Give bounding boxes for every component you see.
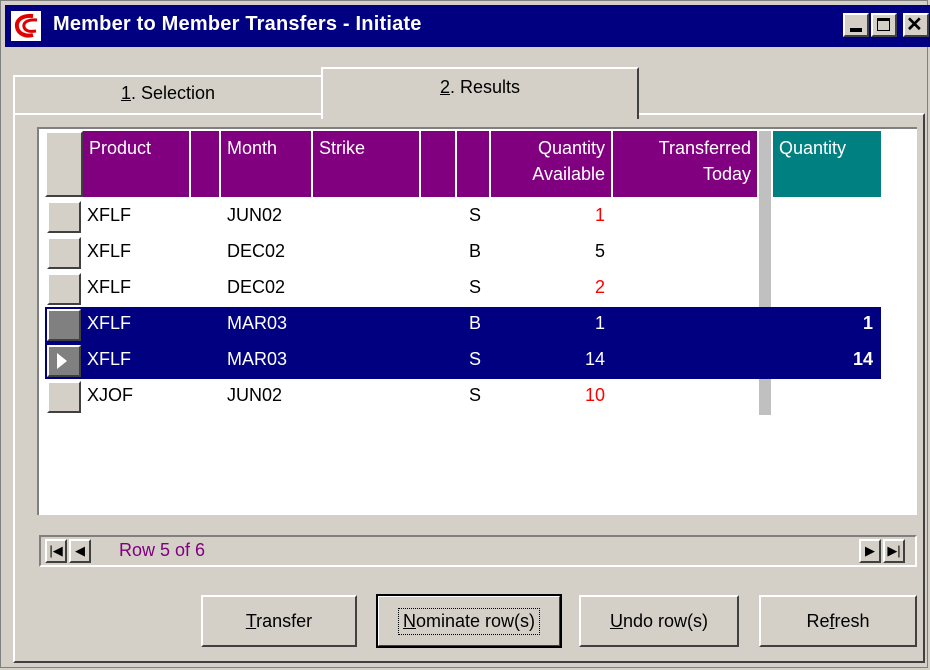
cell-side: S (469, 277, 482, 297)
prev-record-button[interactable]: ◀ (69, 539, 91, 563)
column-header-quantity-available[interactable]: Quantity Available (491, 131, 613, 197)
cell-month: MAR03 (227, 313, 288, 333)
window-title: Member to Member Transfers - Initiate (53, 13, 422, 35)
cell-product: XFLF (87, 205, 132, 225)
table-row[interactable]: XFLF JUN02 S 1 (45, 199, 881, 235)
table-row[interactable]: XFLF DEC02 S 2 (45, 271, 881, 307)
cell-available: 10 (584, 385, 605, 405)
cell-available: 1 (594, 205, 605, 225)
row-selector[interactable] (47, 381, 81, 413)
row-selector[interactable] (47, 273, 81, 305)
column-header-gutter (759, 131, 771, 197)
column-header-strike[interactable]: Strike (313, 131, 421, 197)
column-header-month[interactable]: Month (221, 131, 313, 197)
next-record-button[interactable]: ▶ (859, 539, 881, 563)
table-row-current[interactable]: XFLF MAR03 S 14 14 (45, 343, 881, 379)
cell-month: DEC02 (227, 241, 286, 261)
cell-side: S (469, 349, 482, 369)
table-row[interactable]: XJOF JUN02 S 10 (45, 379, 881, 415)
record-navigator: |◀ ◀ Row 5 of 6 ▶ ▶| (39, 535, 917, 567)
column-header-blank-1[interactable] (191, 131, 221, 197)
close-button[interactable]: ✕ (903, 13, 929, 37)
cell-product: XFLF (87, 241, 132, 261)
cell-side: S (469, 205, 482, 225)
cell-available: 2 (594, 277, 605, 297)
title-bar[interactable]: Member to Member Transfers - Initiate ✕ (5, 5, 930, 47)
row-position-status: Row 5 of 6 (119, 540, 206, 560)
column-header-quantity[interactable]: Quantity (773, 131, 881, 197)
row-selector[interactable] (47, 309, 81, 341)
minimize-icon (850, 28, 862, 32)
cell-product: XJOF (87, 385, 134, 405)
cell-product: XFLF (87, 349, 132, 369)
prev-record-icon: ◀ (75, 543, 85, 558)
cell-product: XFLF (87, 277, 132, 297)
table-row-selected[interactable]: XFLF MAR03 B 1 1 (45, 307, 881, 343)
transfer-button[interactable]: Transfer (201, 595, 357, 647)
close-icon: ✕ (906, 14, 923, 36)
tab-results[interactable]: 2. Results (321, 67, 639, 119)
first-record-button[interactable]: |◀ (45, 539, 67, 563)
cell-side: S (469, 385, 482, 405)
tab-selection[interactable]: 1. Selection (13, 75, 323, 115)
cell-month: JUN02 (227, 385, 283, 405)
current-row-pointer-icon (57, 353, 67, 369)
row-selector-header[interactable] (45, 131, 83, 197)
table-row[interactable]: XFLF DEC02 B 5 (45, 235, 881, 271)
cell-side: B (469, 241, 482, 261)
nominate-rows-button[interactable]: Nominate row(s) (376, 594, 562, 648)
cell-month: DEC02 (227, 277, 286, 297)
first-record-icon: |◀ (49, 543, 63, 558)
cell-available: 14 (584, 349, 605, 369)
row-selector[interactable] (47, 237, 81, 269)
undo-rows-button[interactable]: Undo row(s) (579, 595, 739, 647)
maximize-button[interactable] (871, 13, 897, 37)
cell-quantity: 1 (862, 313, 873, 333)
tab-results-label: . Results (449, 77, 521, 97)
minimize-button[interactable] (843, 13, 869, 37)
cell-quantity: 14 (852, 349, 873, 369)
tab-results-key: 2 (439, 77, 450, 97)
column-header-product[interactable]: Product (83, 131, 191, 197)
cell-side: B (469, 313, 482, 333)
app-window: Member to Member Transfers - Initiate ✕ … (0, 0, 930, 668)
cell-available: 1 (594, 313, 605, 333)
tab-selection-label: . Selection (130, 83, 216, 103)
row-selector-current[interactable] (47, 345, 81, 377)
column-header-transferred-today[interactable]: Transferred Today (613, 131, 759, 197)
last-record-button[interactable]: ▶| (883, 539, 905, 563)
cell-month: MAR03 (227, 349, 288, 369)
maximize-icon (877, 18, 890, 31)
column-header-blank-2[interactable] (421, 131, 457, 197)
last-record-icon: ▶| (887, 543, 901, 558)
refresh-button[interactable]: Refresh (759, 595, 917, 647)
app-logo-icon (11, 11, 41, 41)
cell-product: XFLF (87, 313, 132, 333)
next-record-icon: ▶ (865, 543, 875, 558)
column-header-side[interactable] (457, 131, 491, 197)
tab-selection-key: 1 (120, 83, 131, 103)
row-selector[interactable] (47, 201, 81, 233)
cell-available: 5 (594, 241, 605, 261)
cell-month: JUN02 (227, 205, 283, 225)
